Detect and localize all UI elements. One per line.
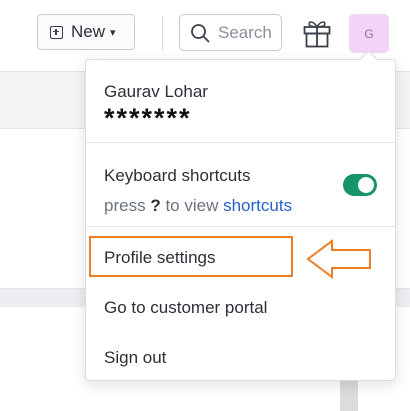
toggle-knob xyxy=(358,177,374,193)
avatar-initial: G xyxy=(364,26,374,41)
new-button[interactable]: New ▾ xyxy=(37,14,135,50)
search-icon xyxy=(191,23,210,42)
search-placeholder: Search xyxy=(218,22,272,42)
keyboard-shortcuts-title: Keyboard shortcuts xyxy=(104,166,251,185)
gift-icon[interactable] xyxy=(302,17,332,49)
keyboard-shortcuts-hint: press ? to view shortcuts xyxy=(104,196,292,216)
hint-prefix: press xyxy=(104,196,146,215)
toolbar-separator xyxy=(162,16,163,50)
user-email-masked: ******* xyxy=(104,103,192,133)
arrow-left-icon xyxy=(306,239,371,279)
highlight-box xyxy=(89,236,293,277)
plus-square-icon xyxy=(50,25,63,39)
shortcuts-link[interactable]: shortcuts xyxy=(223,196,292,215)
user-menu: Gaurav Lohar ******* Keyboard shortcuts … xyxy=(85,50,396,381)
chevron-down-icon: ▾ xyxy=(110,26,116,39)
avatar[interactable]: G xyxy=(349,14,389,53)
menu-item-customer-portal[interactable]: Go to customer portal xyxy=(104,298,267,318)
menu-item-sign-out[interactable]: Sign out xyxy=(104,348,166,368)
hint-middle: to view xyxy=(165,196,219,215)
search-box[interactable]: Search xyxy=(179,14,282,51)
hint-key: ? xyxy=(150,196,161,215)
new-button-label: New xyxy=(71,22,106,41)
app-page: New ▾ Search G Gaurav Lohar ******* Keyb… xyxy=(0,0,410,411)
keyboard-shortcuts-toggle[interactable] xyxy=(343,174,377,196)
menu-divider xyxy=(86,142,395,143)
menu-caret xyxy=(359,50,378,69)
user-name: Gaurav Lohar xyxy=(104,82,208,101)
menu-divider xyxy=(86,226,395,227)
